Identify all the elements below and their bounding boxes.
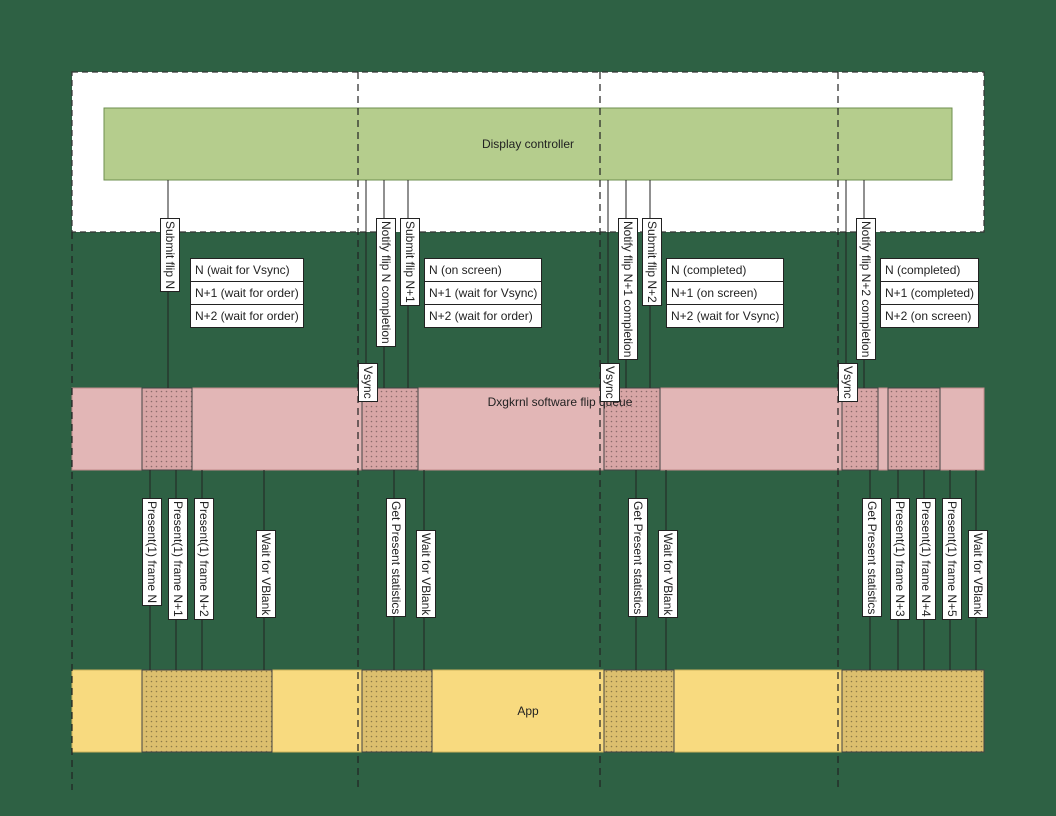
get-stats-2: Get Present statistics	[628, 498, 648, 617]
dxgkrnl-label: Dxgkrnl software flip queue	[470, 395, 650, 411]
submit-flip-n-label: Submit flip N	[160, 218, 180, 292]
diagram-stage: Display controller Dxgkrnl software flip…	[0, 0, 1056, 816]
wait-vblank-4: Wait for VBlank	[968, 530, 988, 618]
vsync-1-label: Vsync	[358, 363, 378, 402]
display-controller-band: Display controller	[104, 108, 952, 180]
get-stats-3: Get Present statistics	[862, 498, 882, 617]
app-label: App	[517, 704, 538, 718]
display-controller-label: Display controller	[482, 137, 574, 151]
queue-state-4: N (completed) N+1 (completed) N+2 (on sc…	[880, 258, 979, 328]
queue-state-2: N (on screen) N+1 (wait for Vsync) N+2 (…	[424, 258, 542, 328]
present-n1-label: Present(1) frame N+1	[168, 498, 188, 620]
present-n4-label: Present(1) frame N+4	[916, 498, 936, 620]
wait-vblank-1: Wait for VBlank	[256, 530, 276, 618]
app-band: App	[72, 670, 984, 752]
notify-n2-label: Notify flip N+2 completion	[856, 218, 876, 360]
present-n-label: Present(1) frame N	[142, 498, 162, 606]
submit-flip-n1-label: Submit flip N+1	[400, 218, 420, 306]
wait-vblank-2: Wait for VBlank	[416, 530, 436, 618]
vsync-2-label: Vsync	[600, 363, 620, 402]
present-n2-label: Present(1) frame N+2	[194, 498, 214, 620]
queue-state-1: N (wait for Vsync) N+1 (wait for order) …	[190, 258, 304, 328]
notify-n1-label: Notify flip N+1 completion	[618, 218, 638, 360]
notify-n-label: Notify flip N completion	[376, 218, 396, 347]
present-n5-label: Present(1) frame N+5	[942, 498, 962, 620]
wait-vblank-3: Wait for VBlank	[658, 530, 678, 618]
submit-flip-n2-label: Submit flip N+2	[642, 218, 662, 306]
vsync-3-label: Vsync	[838, 363, 858, 402]
queue-state-3: N (completed) N+1 (on screen) N+2 (wait …	[666, 258, 784, 328]
get-stats-1: Get Present statistics	[386, 498, 406, 617]
present-n3-label: Present(1) frame N+3	[890, 498, 910, 620]
